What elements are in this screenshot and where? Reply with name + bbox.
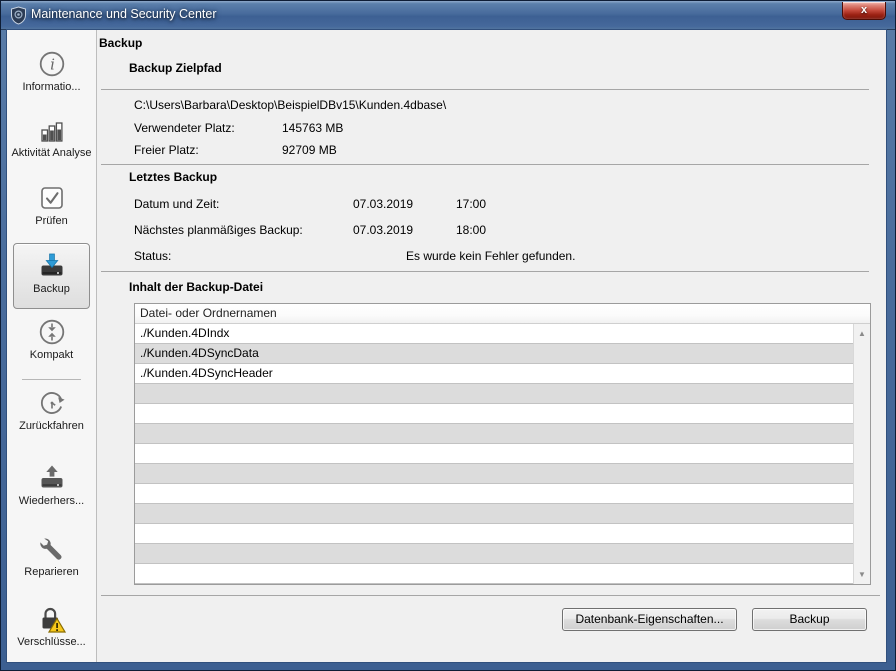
- table-scrollbar[interactable]: ▲ ▼: [853, 324, 870, 584]
- used-space-value: 145763 MB: [282, 121, 343, 135]
- sidebar-item-compact[interactable]: Kompakt: [7, 318, 96, 362]
- sidebar-item-encryption[interactable]: Verschlüsse...: [7, 605, 96, 649]
- table-row-file[interactable]: ./Kunden.4DSyncHeader: [135, 364, 853, 384]
- sidebar-item-label: Kompakt: [7, 349, 96, 362]
- page-title: Backup: [99, 36, 142, 50]
- restore-drive-icon: [38, 464, 66, 492]
- maintenance-security-center-window: Maintenance und Security Center x i Info…: [0, 0, 896, 671]
- separator: [101, 89, 869, 90]
- table-column-header[interactable]: Datei- oder Ordnernamen: [135, 304, 870, 324]
- section-heading-zielpfad: Backup Zielpfad: [129, 61, 222, 75]
- sidebar-item-label: Aktivität Analyse: [7, 147, 96, 160]
- sidebar-item-label: Wiederhers...: [7, 495, 96, 508]
- status-value: Es wurde kein Fehler gefunden.: [406, 249, 575, 263]
- sidebar-item-rollback[interactable]: Zurückfahren: [7, 389, 96, 433]
- section-heading-inhalt: Inhalt der Backup-Datei: [129, 280, 263, 294]
- separator: [101, 164, 869, 165]
- next-backup-time: 18:00: [456, 223, 486, 237]
- table-row-file[interactable]: ./Kunden.4DIndx: [135, 324, 853, 344]
- sidebar-item-label: Informatio...: [7, 81, 96, 94]
- sidebar-item-repair[interactable]: Reparieren: [7, 535, 96, 579]
- backup-file-table-body: ./Kunden.4DIndx ./Kunden.4DSyncData ./Ku…: [135, 324, 853, 584]
- sidebar-item-information[interactable]: i Informatio...: [7, 50, 96, 94]
- sidebar-item-label: Zurückfahren: [7, 420, 96, 433]
- table-row-empty[interactable]: [135, 464, 853, 484]
- table-row-empty[interactable]: [135, 504, 853, 524]
- free-space-label: Freier Platz:: [134, 143, 199, 157]
- close-button[interactable]: x: [842, 2, 886, 20]
- sidebar-divider: [22, 379, 81, 380]
- compact-circle-icon: [38, 318, 66, 346]
- free-space-value: 92709 MB: [282, 143, 337, 157]
- separator: [101, 271, 869, 272]
- table-row-empty[interactable]: [135, 564, 853, 584]
- wrench-icon: [38, 535, 66, 563]
- sidebar-item-label: Reparieren: [7, 566, 96, 579]
- check-box-icon: [38, 184, 66, 212]
- section-heading-letztes-backup: Letztes Backup: [129, 170, 217, 184]
- sidebar-item-activity-analysis[interactable]: Aktivität Analyse: [7, 116, 96, 160]
- table-row-empty[interactable]: [135, 444, 853, 464]
- last-backup-label: Datum und Zeit:: [134, 197, 219, 211]
- app-shield-icon: [10, 6, 27, 25]
- table-row-empty[interactable]: [135, 404, 853, 424]
- table-row-empty[interactable]: [135, 544, 853, 564]
- database-properties-button[interactable]: Datenbank-Eigenschaften...: [562, 608, 737, 631]
- backup-destination-path: C:\Users\Barbara\Desktop\BeispielDBv15\K…: [134, 98, 446, 112]
- sidebar-item-label: Prüfen: [7, 215, 96, 228]
- table-row-empty[interactable]: [135, 484, 853, 504]
- last-backup-time: 17:00: [456, 197, 486, 211]
- backup-page: Backup Backup Zielpfad C:\Users\Barbara\…: [97, 30, 886, 662]
- status-label: Status:: [134, 249, 171, 263]
- sidebar-item-label: Verschlüsse...: [7, 636, 96, 649]
- rollback-clock-icon: [38, 389, 66, 417]
- next-backup-date: 07.03.2019: [353, 223, 413, 237]
- sidebar: i Informatio... Aktivität Analyse: [7, 30, 97, 662]
- lock-warning-icon: [38, 605, 66, 633]
- separator: [101, 595, 880, 596]
- svg-text:i: i: [50, 56, 55, 74]
- backup-drive-icon: [38, 252, 66, 280]
- used-space-label: Verwendeter Platz:: [134, 121, 235, 135]
- activity-bars-icon: [38, 116, 66, 144]
- backup-file-table: Datei- oder Ordnernamen ./Kunden.4DIndx …: [134, 303, 871, 585]
- sidebar-item-label: Backup: [14, 283, 89, 296]
- close-icon: x: [861, 4, 867, 16]
- client-area: i Informatio... Aktivität Analyse: [7, 30, 886, 662]
- info-icon: i: [38, 50, 66, 78]
- titlebar: Maintenance und Security Center x: [1, 1, 895, 30]
- sidebar-item-backup-selected[interactable]: Backup: [13, 243, 90, 309]
- backup-button[interactable]: Backup: [752, 608, 867, 631]
- window-title: Maintenance und Security Center: [31, 1, 217, 28]
- table-row-empty[interactable]: [135, 384, 853, 404]
- scroll-down-icon[interactable]: ▼: [854, 570, 870, 579]
- last-backup-date: 07.03.2019: [353, 197, 413, 211]
- table-row-empty[interactable]: [135, 524, 853, 544]
- sidebar-item-verify[interactable]: Prüfen: [7, 184, 96, 228]
- table-row-empty[interactable]: [135, 424, 853, 444]
- next-backup-label: Nächstes planmäßiges Backup:: [134, 223, 303, 237]
- table-row-file[interactable]: ./Kunden.4DSyncData: [135, 344, 853, 364]
- sidebar-item-restore[interactable]: Wiederhers...: [7, 464, 96, 508]
- scroll-up-icon[interactable]: ▲: [854, 329, 870, 338]
